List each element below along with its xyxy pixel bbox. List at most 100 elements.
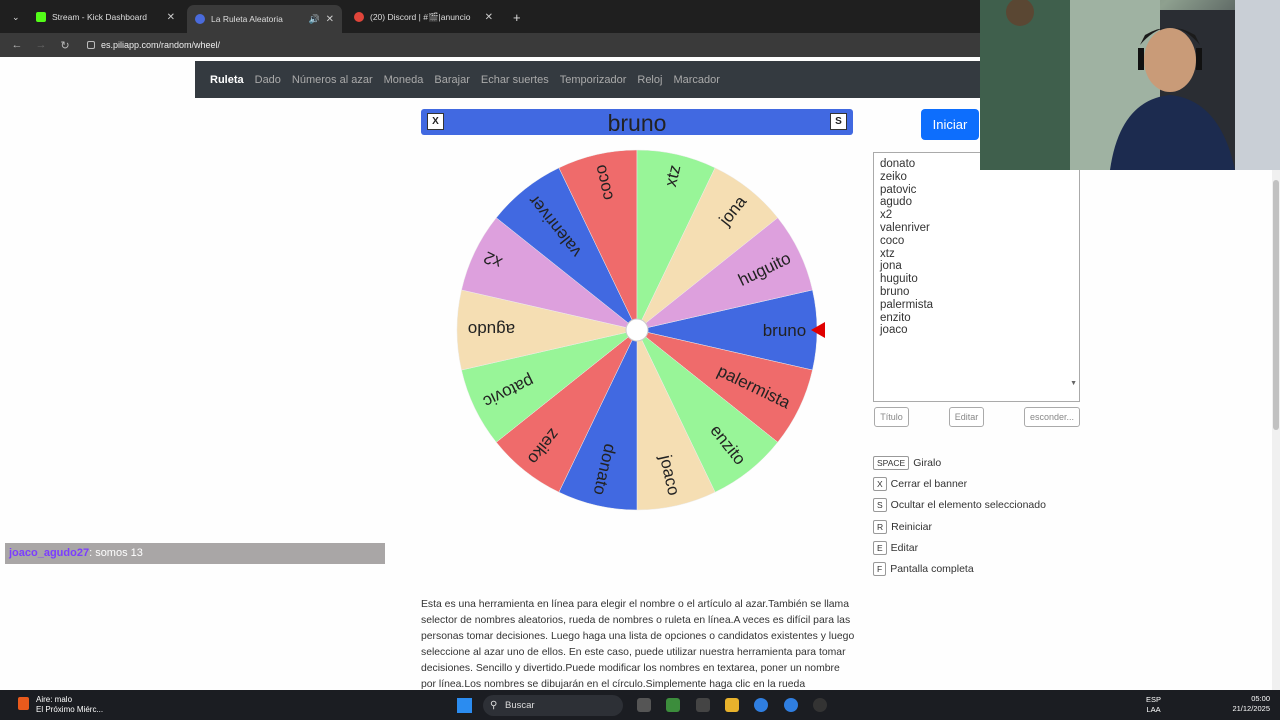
chat-overlay: joaco_agudo27: somos 13	[5, 543, 385, 564]
shortcut-e: E Editar	[873, 537, 1046, 558]
name-line: x2	[880, 209, 893, 222]
tab-ruleta[interactable]: La Ruleta Aleatoria 🔊 ✕	[187, 5, 342, 33]
language-indicator[interactable]: ESP LAA	[1146, 695, 1161, 715]
nav-barajar[interactable]: Barajar	[434, 74, 469, 86]
reload-icon[interactable]: ↻	[53, 39, 77, 52]
search-label: Buscar	[505, 700, 535, 711]
keyboard-layout: LAA	[1146, 705, 1161, 714]
calculator-icon[interactable]	[696, 698, 710, 712]
names-textarea[interactable]: donato zeiko patovic agudo x2 valenriver coco x…	[873, 152, 1080, 402]
hide-selected-button[interactable]: S	[830, 113, 847, 130]
shortcut-space: SPACE Giralo	[873, 452, 1046, 473]
name-line: xtz	[880, 247, 895, 260]
search-icon: ⚲	[490, 700, 498, 711]
result-title: bruno	[607, 110, 667, 136]
back-icon[interactable]: ←	[5, 39, 29, 51]
close-tab-icon[interactable]: ✕	[326, 14, 334, 25]
name-line: bruno	[880, 285, 910, 298]
language-code: ESP	[1146, 695, 1162, 704]
scrollbar-thumb[interactable]	[1273, 180, 1279, 430]
key-badge: F	[873, 562, 887, 577]
weather-icon	[18, 697, 29, 710]
close-tab-icon[interactable]: ✕	[485, 12, 493, 23]
key-badge: X	[873, 476, 887, 491]
nav-temporizador[interactable]: Temporizador	[560, 74, 627, 86]
piliapp-icon	[195, 14, 205, 24]
title-button[interactable]: Título	[874, 407, 909, 427]
kick-icon	[36, 12, 46, 22]
shortcut-label: Ocultar el elemento seleccionado	[890, 499, 1046, 512]
chrome-active-icon[interactable]	[784, 698, 798, 712]
site-info-icon[interactable]	[87, 41, 95, 49]
chrome-icon[interactable]	[754, 698, 768, 712]
new-tab-button[interactable]: +	[505, 5, 525, 29]
name-line: jona	[880, 260, 902, 273]
clock[interactable]: 05:00 21/12/2025	[1232, 694, 1270, 714]
tab-kick-dashboard[interactable]: Stream - Kick Dashboard ✕	[28, 5, 183, 29]
clock-time: 05:00	[1251, 694, 1270, 703]
shortcut-label: Pantalla completa	[890, 563, 974, 576]
weather-title: Aire: malo	[36, 695, 73, 704]
name-line: joaco	[880, 324, 908, 337]
nav-echar-suertes[interactable]: Echar suertes	[481, 74, 549, 86]
wheel-hub	[625, 318, 649, 342]
key-badge: SPACE	[873, 455, 910, 470]
name-line: patovic	[880, 183, 917, 196]
name-line: palermista	[880, 298, 934, 311]
name-line: agudo	[880, 196, 912, 209]
webcam-overlay	[980, 0, 1280, 170]
wheel-segment-label: agudo	[468, 320, 515, 339]
shortcut-x: X Cerrar el banner	[873, 473, 1046, 494]
page-scrollbar[interactable]	[1272, 170, 1280, 690]
taskbar: Aire: malo El Próximo Miérc... ⚲ Buscar …	[0, 690, 1280, 720]
tab-discord[interactable]: (20) Discord | #🎬|anuncio ✕	[346, 5, 501, 29]
edit-button[interactable]: Editar	[949, 407, 984, 427]
key-badge: R	[873, 519, 888, 534]
shortcut-label: Editar	[890, 541, 919, 554]
obs-icon[interactable]	[813, 698, 827, 712]
chat-username: joaco_agudo27	[9, 547, 90, 559]
close-tab-icon[interactable]: ✕	[167, 12, 175, 23]
name-line: valenriver	[880, 221, 930, 234]
forward-icon[interactable]: →	[29, 39, 53, 51]
hide-button[interactable]: esconder...	[1024, 407, 1080, 427]
tab-list-button[interactable]: ⌄	[4, 5, 24, 29]
scroll-down-icon[interactable]: ▼	[1070, 378, 1077, 391]
nav-ruleta[interactable]: Ruleta	[210, 74, 244, 86]
tab-title: (20) Discord | #🎬|anuncio	[370, 11, 471, 22]
shortcut-label: Giralo	[913, 456, 942, 469]
task-view-icon[interactable]	[637, 698, 651, 712]
name-line: enzito	[880, 311, 911, 324]
weather-widget[interactable]: Aire: malo El Próximo Miérc...	[18, 695, 103, 715]
name-line: coco	[880, 234, 905, 247]
shortcut-label: Reiniciar	[891, 520, 932, 533]
nav-reloj[interactable]: Reloj	[637, 74, 662, 86]
shortcut-f: F Pantalla completa	[873, 558, 1046, 579]
nav-marcador[interactable]: Marcador	[673, 74, 719, 86]
names-list: donato zeiko patovic agudo x2 valenriver coco x…	[880, 158, 1073, 337]
start-button[interactable]: Iniciar	[921, 109, 979, 140]
name-wheel[interactable]: brunopalermistaenzitojoacodonatozeikopat…	[447, 140, 827, 520]
windows-start-icon[interactable]	[457, 698, 472, 713]
clock-date: 21/12/2025	[1232, 704, 1270, 713]
taskbar-search[interactable]: ⚲ Buscar	[483, 695, 623, 716]
nav-numeros[interactable]: Números al azar	[292, 74, 373, 86]
discord-icon	[354, 12, 364, 22]
webcam-image	[980, 0, 1280, 170]
description-text: Esta es una herramienta en línea para el…	[421, 599, 855, 690]
name-line: zeiko	[880, 170, 907, 183]
shortcut-r: R Reiniciar	[873, 516, 1046, 537]
app-icon[interactable]	[666, 698, 680, 712]
nav-dado[interactable]: Dado	[255, 74, 281, 86]
url-field[interactable]: es.piliapp.com/random/wheel/	[87, 40, 220, 50]
nav-moneda[interactable]: Moneda	[384, 74, 424, 86]
close-banner-button[interactable]: X	[427, 113, 444, 130]
file-explorer-icon[interactable]	[725, 698, 739, 712]
key-badge: E	[873, 540, 887, 555]
tab-title: Stream - Kick Dashboard	[52, 12, 147, 22]
tab-title: La Ruleta Aleatoria	[211, 14, 283, 24]
speaker-icon[interactable]: 🔊	[309, 14, 320, 25]
shortcut-s: S Ocultar el elemento seleccionado	[873, 495, 1046, 516]
key-badge: S	[873, 498, 887, 513]
chat-message: : somos 13	[89, 547, 143, 559]
